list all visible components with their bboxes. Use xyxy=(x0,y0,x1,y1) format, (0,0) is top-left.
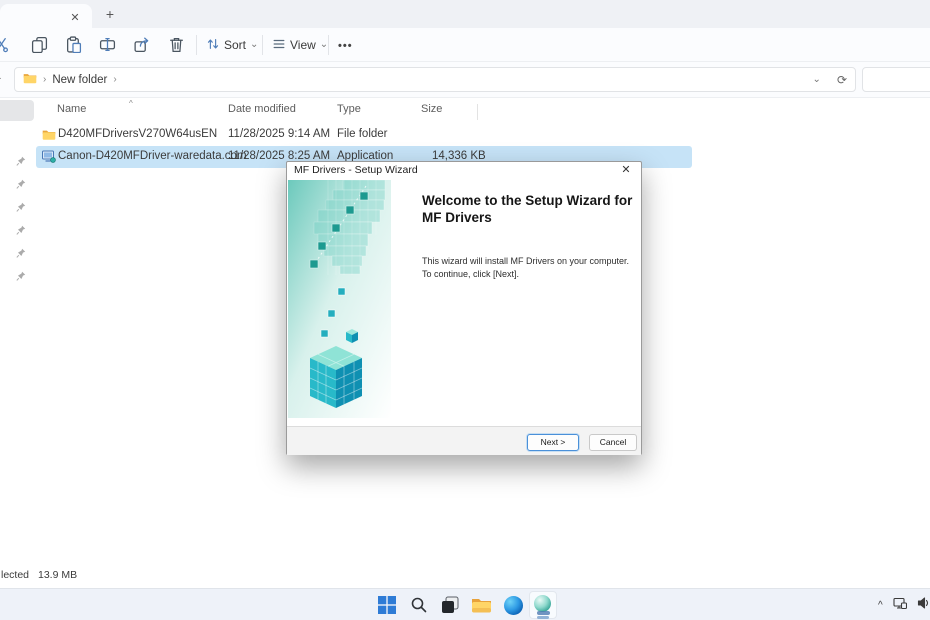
dialog-close-icon[interactable]: ✕ xyxy=(618,163,634,178)
folder-icon xyxy=(23,71,37,89)
wizard-graphic xyxy=(288,180,391,418)
copy-icon[interactable] xyxy=(31,36,48,53)
next-button[interactable]: Next > xyxy=(527,434,579,451)
chevron-down-icon: ⌄ xyxy=(250,40,258,50)
toolbar-divider xyxy=(328,35,329,55)
setup-wizard-dialog: MF Drivers - Setup Wizard ✕ xyxy=(286,161,642,455)
task-view-icon[interactable] xyxy=(438,593,462,617)
pin-icon xyxy=(16,153,26,163)
column-header-name[interactable]: Name xyxy=(57,103,86,115)
edge-icon[interactable] xyxy=(501,593,525,617)
selection-status: lected xyxy=(1,569,29,581)
nav-pane-selected-item[interactable] xyxy=(0,100,34,121)
pin-icon xyxy=(16,222,26,232)
wizard-body-text: This wizard will install MF Drivers on y… xyxy=(422,255,634,280)
tab-close-icon[interactable]: ✕ xyxy=(66,10,84,26)
delete-icon[interactable] xyxy=(168,36,185,53)
toolbar-divider xyxy=(196,35,197,55)
cut-icon[interactable] xyxy=(0,36,10,53)
dialog-title: MF Drivers - Setup Wizard xyxy=(294,164,418,176)
pin-icon xyxy=(16,268,26,278)
sort-button[interactable]: Sort ⌄ xyxy=(206,34,258,56)
breadcrumb[interactable]: New folder xyxy=(52,74,107,86)
start-button[interactable] xyxy=(375,593,399,617)
column-header-size[interactable]: Size xyxy=(421,103,442,115)
chevron-down-icon: ⌄ xyxy=(320,40,328,50)
sort-icon xyxy=(206,37,220,54)
column-header-date[interactable]: Date modified xyxy=(228,103,296,115)
toolbar-divider xyxy=(262,35,263,55)
explorer-tab[interactable]: ✕ xyxy=(0,4,92,28)
search-input[interactable] xyxy=(862,67,930,92)
file-type: File folder xyxy=(337,128,388,140)
status-bar: lected 13.9 MB xyxy=(0,564,930,586)
running-app-indicator xyxy=(537,616,549,619)
view-label: View xyxy=(290,38,316,52)
sort-label: Sort xyxy=(224,38,246,52)
breadcrumb-chevron-icon[interactable]: › xyxy=(113,74,116,85)
wizard-heading: Welcome to the Setup Wizard for MF Drive… xyxy=(422,192,634,226)
tray-chevron-up-icon[interactable]: ^ xyxy=(878,600,883,611)
column-divider[interactable] xyxy=(477,104,478,120)
new-tab-button[interactable]: + xyxy=(100,5,120,23)
dialog-footer: Next > Cancel xyxy=(287,427,641,455)
more-options-button[interactable]: ••• xyxy=(338,40,353,52)
pin-icon xyxy=(16,199,26,209)
cancel-button[interactable]: Cancel xyxy=(589,434,637,451)
file-name: Canon-D420MFDriver-waredata.com xyxy=(58,150,247,162)
system-tray: ^ xyxy=(878,593,930,617)
address-row: ↑ › New folder › ⌄ ⟳ xyxy=(0,62,930,98)
command-bar: Sort ⌄ View ⌄ ••• xyxy=(0,28,930,62)
pin-icon xyxy=(16,176,26,186)
address-bar[interactable]: › New folder › ⌄ ⟳ xyxy=(14,67,856,92)
nav-up-icon[interactable]: ↑ xyxy=(0,72,3,87)
breadcrumb-chevron-icon: › xyxy=(43,74,46,85)
share-icon[interactable] xyxy=(133,36,150,53)
column-header-type[interactable]: Type xyxy=(337,103,361,115)
file-explorer-icon[interactable] xyxy=(469,593,493,617)
view-icon xyxy=(272,37,286,54)
paste-icon[interactable] xyxy=(65,36,82,53)
search-icon[interactable] xyxy=(407,593,431,617)
mf-setup-app-icon[interactable] xyxy=(531,593,555,617)
file-row[interactable]: D420MFDriversV270W64usEN 11/28/2025 9:14… xyxy=(36,124,692,146)
address-dropdown-icon[interactable]: ⌄ xyxy=(813,75,821,85)
file-date: 11/28/2025 9:14 AM xyxy=(228,128,330,140)
volume-icon[interactable] xyxy=(917,596,930,615)
application-icon xyxy=(42,150,56,163)
pin-icon xyxy=(16,245,26,255)
view-button[interactable]: View ⌄ xyxy=(272,34,328,56)
sort-ascending-icon: ^ xyxy=(129,99,133,108)
folder-icon xyxy=(42,128,56,141)
network-display-icon[interactable] xyxy=(893,596,907,615)
selection-size: 13.9 MB xyxy=(38,569,77,581)
taskbar: ^ xyxy=(0,588,930,620)
rename-icon[interactable] xyxy=(99,36,116,53)
desktop-screen: ✕ + xyxy=(0,0,930,620)
explorer-tab-strip: ✕ + xyxy=(0,0,930,28)
refresh-icon[interactable]: ⟳ xyxy=(837,73,847,87)
file-name: D420MFDriversV270W64usEN xyxy=(58,128,217,140)
